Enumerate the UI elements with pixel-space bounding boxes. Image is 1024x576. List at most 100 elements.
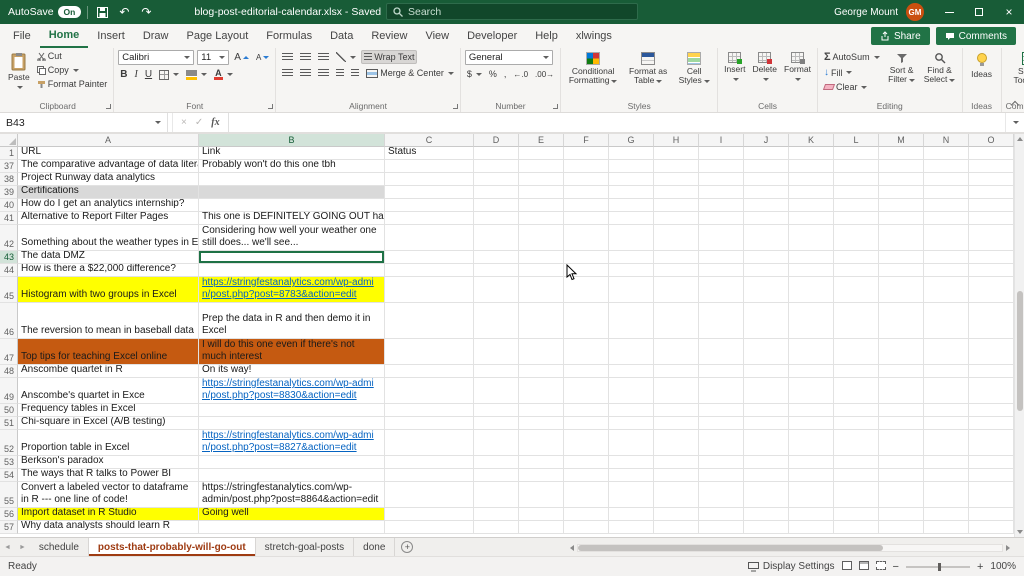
- column-header-C[interactable]: C: [385, 134, 474, 147]
- row-header-43[interactable]: 43: [0, 251, 18, 264]
- cell-F39[interactable]: [564, 186, 609, 199]
- cell-O56[interactable]: [969, 508, 1014, 521]
- cell-O49[interactable]: [969, 378, 1014, 404]
- cell-J52[interactable]: [744, 430, 789, 456]
- cell-A47[interactable]: Top tips for teaching Excel online: [18, 339, 199, 365]
- row-header-51[interactable]: 51: [0, 417, 18, 430]
- cell-E50[interactable]: [519, 404, 564, 417]
- ideas-button[interactable]: Ideas: [967, 50, 997, 79]
- cell-A41[interactable]: Alternative to Report Filter Pages: [18, 212, 199, 225]
- cell-I43[interactable]: [699, 251, 744, 264]
- cell-L47[interactable]: [834, 339, 879, 365]
- cell-B1[interactable]: Link: [199, 147, 385, 160]
- cell-B57[interactable]: [199, 521, 385, 534]
- cell-B40[interactable]: [199, 199, 385, 212]
- cell-B37[interactable]: Probably won't do this one tbh: [199, 160, 385, 173]
- cell-N38[interactable]: [924, 173, 969, 186]
- cell-B38[interactable]: [199, 173, 385, 186]
- cell-H52[interactable]: [654, 430, 699, 456]
- cell-C41[interactable]: [385, 212, 474, 225]
- ribbon-tab-developer[interactable]: Developer: [458, 24, 526, 48]
- cell-E43[interactable]: [519, 251, 564, 264]
- cell-A51[interactable]: Chi-square in Excel (A/B testing): [18, 417, 199, 430]
- cell-E51[interactable]: [519, 417, 564, 430]
- cell-G48[interactable]: [609, 365, 654, 378]
- sheet-nav-right-icon[interactable]: ►: [15, 538, 30, 556]
- insert-function-button[interactable]: fx: [211, 117, 219, 128]
- format-cells-button[interactable]: Format: [782, 50, 813, 84]
- paste-button[interactable]: Paste: [6, 50, 32, 92]
- cell-H55[interactable]: [654, 482, 699, 508]
- column-header-G[interactable]: G: [609, 134, 654, 147]
- sheet-tab-done[interactable]: done: [354, 538, 395, 556]
- cell-M40[interactable]: [879, 199, 924, 212]
- cell-I50[interactable]: [699, 404, 744, 417]
- cell-B42[interactable]: Considering how well your weather one st…: [199, 225, 385, 251]
- cell-I38[interactable]: [699, 173, 744, 186]
- cell-M53[interactable]: [879, 456, 924, 469]
- cell-L48[interactable]: [834, 365, 879, 378]
- scroll-right-icon[interactable]: [1006, 545, 1010, 551]
- cell-N49[interactable]: [924, 378, 969, 404]
- cell-B49[interactable]: https://stringfestanalytics.com/wp-admin…: [199, 378, 385, 404]
- cell-C39[interactable]: [385, 186, 474, 199]
- cell-E49[interactable]: [519, 378, 564, 404]
- cell-A37[interactable]: The comparative advantage of data litera…: [18, 160, 199, 173]
- cell-K48[interactable]: [789, 365, 834, 378]
- cell-F51[interactable]: [564, 417, 609, 430]
- cell-J42[interactable]: [744, 225, 789, 251]
- number-format-select[interactable]: General: [465, 50, 553, 65]
- cell-F38[interactable]: [564, 173, 609, 186]
- cell-D46[interactable]: [474, 303, 519, 339]
- cell-E39[interactable]: [519, 186, 564, 199]
- row-header-42[interactable]: 42: [0, 225, 18, 251]
- cell-E38[interactable]: [519, 173, 564, 186]
- cell-O52[interactable]: [969, 430, 1014, 456]
- cell-C38[interactable]: [385, 173, 474, 186]
- cell-K57[interactable]: [789, 521, 834, 534]
- cell-M48[interactable]: [879, 365, 924, 378]
- autosave-toggle[interactable]: AutoSave On: [8, 6, 81, 18]
- sheet-tab-stretch-goal-posts[interactable]: stretch-goal-posts: [256, 538, 354, 556]
- cell-M47[interactable]: [879, 339, 924, 365]
- cell-A46[interactable]: The reversion to mean in baseball data: [18, 303, 199, 339]
- cell-styles-button[interactable]: Cell Styles: [675, 50, 713, 86]
- cell-M37[interactable]: [879, 160, 924, 173]
- cell-A45[interactable]: Histogram with two groups in Excel: [18, 277, 199, 303]
- cell-A38[interactable]: Project Runway data analytics: [18, 173, 199, 186]
- copy-button[interactable]: Copy: [35, 64, 110, 76]
- cell-H54[interactable]: [654, 469, 699, 482]
- cell-A52[interactable]: Proportion table in Excel: [18, 430, 199, 456]
- cell-A56[interactable]: Import dataset in R Studio: [18, 508, 199, 521]
- cell-B46[interactable]: Probably will be too hard to show this P…: [199, 303, 385, 339]
- comma-style-button[interactable]: ,: [502, 68, 509, 80]
- cell-O39[interactable]: [969, 186, 1014, 199]
- cell-O53[interactable]: [969, 456, 1014, 469]
- merge-center-button[interactable]: Merge & Center: [364, 67, 456, 79]
- cell-A55[interactable]: Convert a labeled vector to dataframe in…: [18, 482, 199, 508]
- cell-B52[interactable]: https://stringfestanalytics.com/wp-admin…: [199, 430, 385, 456]
- cell-O54[interactable]: [969, 469, 1014, 482]
- cell-E54[interactable]: [519, 469, 564, 482]
- column-header-A[interactable]: A: [18, 134, 199, 147]
- cell-I54[interactable]: [699, 469, 744, 482]
- cell-F43[interactable]: [564, 251, 609, 264]
- cell-H49[interactable]: [654, 378, 699, 404]
- cell-M38[interactable]: [879, 173, 924, 186]
- cell-O44[interactable]: [969, 264, 1014, 277]
- cell-G50[interactable]: [609, 404, 654, 417]
- cell-A50[interactable]: Frequency tables in Excel: [18, 404, 199, 417]
- cell-D52[interactable]: [474, 430, 519, 456]
- cell-L44[interactable]: [834, 264, 879, 277]
- cell-L55[interactable]: [834, 482, 879, 508]
- cell-K39[interactable]: [789, 186, 834, 199]
- ribbon-tab-review[interactable]: Review: [362, 24, 416, 48]
- cell-H39[interactable]: [654, 186, 699, 199]
- cell-C51[interactable]: [385, 417, 474, 430]
- column-header-M[interactable]: M: [879, 134, 924, 147]
- sort-filter-button[interactable]: Sort & Filter: [885, 50, 919, 85]
- cell-M45[interactable]: [879, 277, 924, 303]
- cell-E57[interactable]: [519, 521, 564, 534]
- cell-M43[interactable]: [879, 251, 924, 264]
- cell-C46[interactable]: [385, 303, 474, 339]
